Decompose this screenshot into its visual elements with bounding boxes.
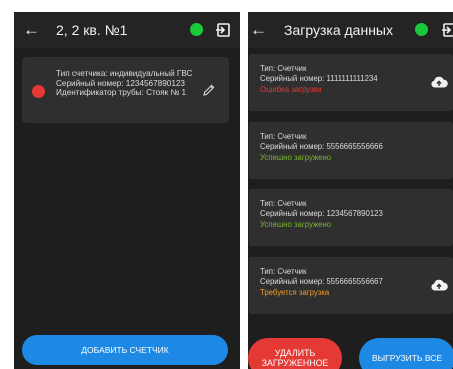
upload-item-info: Тип: Счетчик Серийный номер: 55566655566… bbox=[260, 267, 383, 298]
top-app-bar: ← Загрузка данных bbox=[248, 12, 453, 48]
top-app-bar: ← 2, 2 кв. №1 bbox=[14, 12, 240, 48]
item-serial: Серийный номер: 5556665556667 bbox=[260, 277, 383, 287]
cloud-upload-icon[interactable] bbox=[430, 74, 448, 90]
cloud-upload-icon[interactable] bbox=[430, 277, 448, 293]
meter-type: Тип счетчика: индивидуальный ГВС bbox=[56, 69, 193, 78]
upload-status-success: Успешно загружено bbox=[260, 219, 332, 229]
exit-icon[interactable] bbox=[441, 22, 453, 38]
meter-list-screen: ← 2, 2 кв. №1 Тип счетчика: индивидуальн… bbox=[14, 12, 240, 369]
item-type: Тип: Счетчик bbox=[260, 64, 307, 73]
item-type: Тип: Счетчик bbox=[260, 199, 307, 208]
upload-status-success: Успешно загружено bbox=[260, 152, 332, 162]
upload-item-info: Тип: Счетчик Серийный номер: 55566655566… bbox=[260, 132, 383, 163]
upload-status-pending: Требуется загрузка bbox=[260, 287, 330, 297]
online-status-indicator bbox=[415, 23, 428, 36]
delete-uploaded-label: УДАЛИТЬ ЗАГРУЖЕННОЕ bbox=[261, 348, 329, 368]
page-title: 2, 2 кв. №1 bbox=[56, 22, 128, 38]
delete-uploaded-button[interactable]: УДАЛИТЬ ЗАГРУЖЕННОЕ bbox=[248, 338, 342, 369]
meter-pipe-id: Идентификатор трубы: Стояк № 1 bbox=[56, 88, 187, 98]
item-serial: Серийный номер: 1111111111234 bbox=[260, 74, 378, 84]
back-arrow-icon[interactable]: ← bbox=[23, 20, 40, 40]
upload-item-info: Тип: Счетчик Серийный номер: 11111111112… bbox=[260, 64, 378, 95]
meter-status-indicator bbox=[32, 85, 45, 98]
meter-card[interactable]: Тип счетчика: индивидуальный ГВС Серийны… bbox=[22, 57, 229, 123]
upload-item[interactable]: Тип: Счетчик Серийный номер: 12345678901… bbox=[249, 189, 453, 246]
upload-item[interactable]: Тип: Счетчик Серийный номер: 55566655566… bbox=[249, 257, 453, 314]
back-arrow-icon[interactable]: ← bbox=[250, 20, 267, 40]
upload-item-info: Тип: Счетчик Серийный номер: 12345678901… bbox=[260, 199, 383, 230]
meter-serial: Серийный номер: 1234567890123 bbox=[56, 78, 185, 88]
upload-item[interactable]: Тип: Счетчик Серийный номер: 55566655566… bbox=[249, 122, 453, 179]
edit-pencil-icon[interactable] bbox=[202, 83, 216, 97]
upload-item[interactable]: Тип: Счетчик Серийный номер: 11111111112… bbox=[249, 54, 453, 111]
item-serial: Серийный номер: 5556665556666 bbox=[260, 142, 383, 152]
exit-icon[interactable] bbox=[215, 22, 231, 38]
meter-info: Тип счетчика: индивидуальный ГВС Серийны… bbox=[56, 69, 206, 98]
online-status-indicator bbox=[190, 23, 203, 36]
page-title: Загрузка данных bbox=[284, 22, 393, 38]
item-type: Тип: Счетчик bbox=[260, 132, 307, 141]
item-serial: Серийный номер: 1234567890123 bbox=[260, 209, 383, 219]
item-type: Тип: Счетчик bbox=[260, 267, 307, 276]
upload-all-button[interactable]: ВЫГРУЗИТЬ ВСЕ bbox=[359, 338, 453, 369]
data-upload-screen: ← Загрузка данных Тип: Счетчик Серийный … bbox=[248, 12, 453, 369]
upload-status-error: Ошибка загрузки bbox=[260, 84, 322, 94]
add-meter-button[interactable]: ДОБАВИТЬ СЧЕТЧИК bbox=[22, 335, 228, 365]
